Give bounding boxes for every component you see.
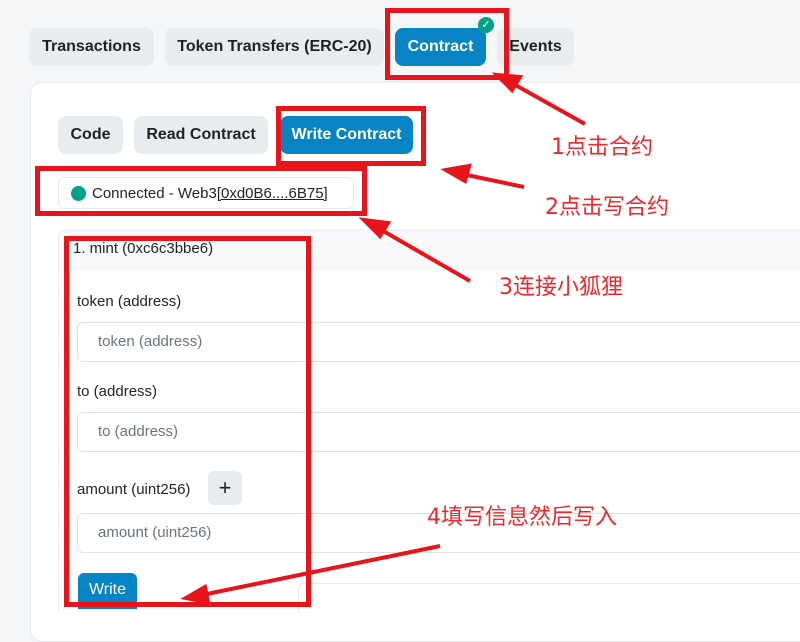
- arrow-step2: [461, 172, 525, 189]
- arrow-step1: [509, 80, 586, 126]
- arrow-step4: [201, 544, 441, 597]
- annotation-arrows: [180, 72, 586, 605]
- annotation-step2: 2点击写合约: [545, 195, 669, 220]
- arrow-step3: [377, 226, 471, 283]
- annotation-step4: 4填写信息然后写入: [427, 505, 617, 530]
- arrow-head-step4: [180, 583, 211, 605]
- arrow-head-step2: [440, 163, 472, 185]
- annotation-step3: 3连接小狐狸: [499, 275, 623, 300]
- annotation-step1: 1点击合约: [551, 135, 653, 160]
